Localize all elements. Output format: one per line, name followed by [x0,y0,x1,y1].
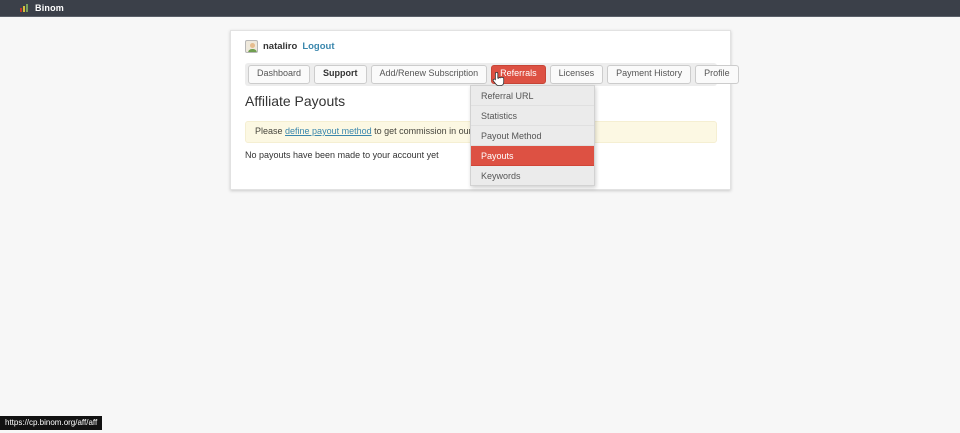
dropdown-item-keywords[interactable]: Keywords [471,166,594,185]
tab-support[interactable]: Support [314,65,367,84]
empty-message: No payouts have been made to your accoun… [245,150,439,160]
tab-dashboard[interactable]: Dashboard [248,65,310,84]
bar-chart-logo-icon [20,4,28,12]
dropdown-item-referral-url[interactable]: Referral URL [471,86,594,106]
referrals-dropdown: Referral URL Statistics Payout Method Pa… [470,85,595,186]
topbar: Binom [0,0,960,17]
dropdown-item-payouts[interactable]: Payouts [471,146,594,166]
username: nataliro [263,41,297,52]
page-title: Affiliate Payouts [245,93,345,109]
dropdown-item-payout-method[interactable]: Payout Method [471,126,594,146]
user-row: nataliro Logout [245,40,335,53]
brand-name: Binom [35,3,64,13]
nav-tabs: Dashboard Support Add/Renew Subscription… [245,63,717,86]
tab-referrals[interactable]: Referrals [491,65,546,84]
person-avatar-icon [245,40,258,53]
dropdown-item-statistics[interactable]: Statistics [471,106,594,126]
screen: Binom nataliro Logout Dashboard Support … [0,0,960,433]
tab-payment-history[interactable]: Payment History [607,65,691,84]
alert-text-prefix: Please [255,126,285,136]
logout-link[interactable]: Logout [302,41,334,52]
define-payout-method-link[interactable]: define payout method [285,126,372,136]
status-url-tooltip: https://cp.binom.org/aff/aff [0,416,102,430]
tab-licenses[interactable]: Licenses [550,65,604,84]
tab-profile[interactable]: Profile [695,65,739,84]
tab-add-renew-subscription[interactable]: Add/Renew Subscription [371,65,488,84]
